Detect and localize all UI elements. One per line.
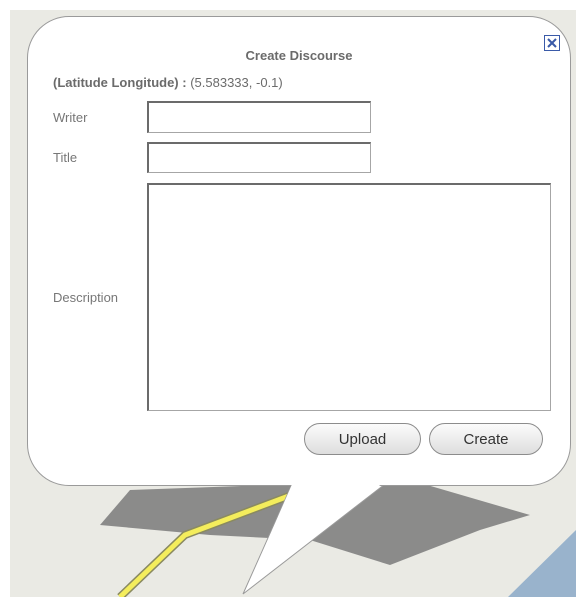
- description-textarea[interactable]: [147, 183, 551, 411]
- writer-input[interactable]: [147, 101, 371, 133]
- upload-button[interactable]: Upload: [304, 423, 421, 455]
- description-label: Description: [53, 290, 119, 305]
- coordinates-value: (5.583333, -0.1): [190, 75, 283, 90]
- title-input[interactable]: [147, 142, 371, 173]
- title-label: Title: [53, 150, 78, 165]
- create-button[interactable]: Create: [429, 423, 543, 455]
- coordinates-line: (Latitude Longitude) : (5.583333, -0.1): [53, 75, 283, 90]
- coordinates-label: (Latitude Longitude) :: [53, 75, 187, 90]
- writer-label: Writer: [53, 110, 88, 125]
- dialog-title: Create Discourse: [245, 48, 353, 63]
